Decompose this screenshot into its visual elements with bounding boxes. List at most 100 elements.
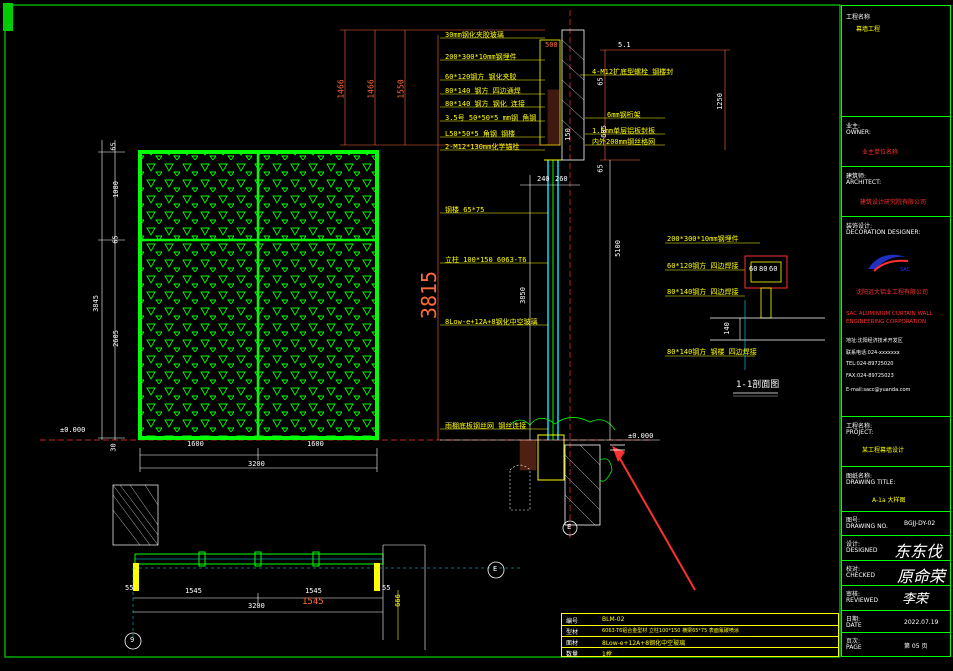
section-dim-s2: 65 [596,164,605,173]
section-dims-white [440,160,660,441]
drawing-frame [4,4,841,658]
legend-key: 型材 [566,629,579,636]
callout-2: 60*120钢方 钢化夹胶 [445,73,517,81]
tb-value: BGJJ-DY-02 [904,520,936,527]
callout-13: 立柱 100*150 6063-T6 [445,256,527,264]
tb-drawing-no: 图号: DRAWING NO. BGJJ-DY-02 [842,511,950,536]
tb-key-en: ARCHITECT: [846,179,882,186]
section-dim-s1: 150 [563,128,572,141]
snap-badge[interactable] [3,3,13,31]
callout-10: 1.5mm单层铝板封板 [592,127,656,135]
plan-dim-red: 1545 [302,597,324,607]
elevation-panel [138,150,379,440]
detail-dim-1: 60 [749,265,758,273]
callout-1: 200*300*10mm钢埋件 [445,53,517,61]
plan-dim-right: 1545 [305,587,322,595]
dim-total-height: 3845 [91,295,100,312]
contact-line: FAX:024-89725023 [846,373,894,379]
section-dim-w1: 240 [537,175,550,183]
company-en-1: SAC ALUMINIUM CURTAIN WALL [846,311,933,317]
plan-side-b: 55 [382,584,391,592]
tb-value: 业主单位名称 [862,149,899,156]
section-dim-3: 1550 [396,79,406,99]
plan-side-a: 55 [125,584,134,592]
detail-callout-4: 80*140钢方 钢楼 四边焊接 [667,348,757,356]
tb-architect: 建筑师: ARCHITECT: 建筑设计研究院有限公司 [842,166,950,217]
detail-dim-h: 140 [722,322,731,335]
tb-drawing-title: 图纸名称: DRAWING TITLE: A-1a 大样图 [842,466,950,512]
tb-date: 日期: DATE 2022.07.19 [842,610,950,633]
legend-value: BLM-02 [602,616,625,623]
contact-line: TEL:024-89725020 [846,361,894,367]
dim-width-total: 3200 [248,460,265,468]
tb-value: 2022.07.19 [904,619,939,626]
legend-value: 6063-T6铝合金型材 立柱100*150 横梁65*75 表面氟碳喷涂 [602,628,739,634]
section-dim-w2: 260 [555,175,568,183]
dim-top-height: 1080 [111,181,120,198]
plan-view [112,484,520,650]
tb-reviewed: 审核: REVIEWED 李荣 [842,585,950,611]
tb-designed: 设计: DESIGNED 东东伐 [842,535,950,561]
callout-6: L50*50*5 角钢 钢楼 [445,130,516,138]
dim-width-left: 1600 [187,440,204,448]
dim-mid-height: 65 [111,235,120,244]
callout-4: 80*140 钢方 钢化 连接 [445,100,525,108]
tb-key-en: DATE [846,622,862,629]
legend-key: 编号 [566,618,579,625]
plan-dim-total: 3200 [248,602,265,610]
section-view [509,29,696,591]
tb-key-en: REVIEWED [846,597,878,604]
grid-marker-e2-label: E [567,523,572,531]
section-dim-t1: 5.1 [618,41,631,49]
logo-text: SAC [900,267,911,273]
tb-value: A-1a 大样图 [872,497,906,504]
signature-checker: 原命荣 [897,567,946,586]
dim-gap-height: 65 [109,142,118,151]
tb-project: 工程名称: PROJECT: 某工程幕墙设计 [842,416,950,467]
signature-reviewer: 李荣 [902,592,929,607]
grid-marker-9-label: 9 [130,636,135,644]
callout-0: 30mm钢化夹胶玻璃 [445,31,504,39]
contact-line: 地址:沈阳经济技术开发区 [846,338,903,344]
callout-8: 4-M12扩底型螺栓 钢楼封 [592,68,674,76]
detail-callout-2: 60*120钢方 四边焊接 [667,262,739,270]
grid-marker-e1-label: E [493,565,498,573]
company-en-2: ENGINEERING CORPORATION [846,319,927,325]
tb-value: 第 05 页 [904,643,928,650]
detail-callout-3: 80*140钢方 四边焊接 [667,288,739,296]
company-cn: 沈阳远大铝业工程有限公司 [856,289,929,296]
tb-checked: 校对: CHECKED 原命荣 [842,560,950,586]
legend-row: 数量 1樘 [562,647,838,658]
tb-value: 幕墙工程 [856,26,881,33]
dim-width-right: 1600 [307,440,324,448]
detail-callout-1: 200*300*10mm钢埋件 [667,235,739,243]
tb-key-en: PROJECT: [846,429,874,436]
tb-key-en: DESIGNED [846,547,878,554]
callout-3: 80*140 钢方 四边通焊 [445,87,521,95]
tb-key-en: DECORATION DESIGNER: [846,229,921,236]
section-dim-1: 1466 [336,79,346,99]
tb-decoration: 装饰设计: DECORATION DESIGNER: SAC 沈阳远大铝业工程有… [842,216,950,417]
datum-right: ±0.000 [628,432,654,440]
tb-key: 工程名称 [846,14,871,21]
section-dim-big: 3815 [417,270,442,320]
section-dim-2: 1466 [366,79,376,99]
tb-value: 建筑设计研究院有限公司 [860,199,927,206]
callout-5: 3.5号 50*50*5 mm钢 角钢 [445,114,537,122]
callout-14: 8Low-e+12A+8钢化中空玻璃 [445,318,538,326]
legend-key: 数量 [566,651,579,658]
tb-key-en: DRAWING NO. [846,523,888,530]
callout-12: 钢楼 65*75 [445,206,485,214]
section-dim-v2: 5100 [613,240,622,257]
legend-value: 8Low-e+12A+8钢化中空玻璃 [602,640,686,647]
detail-dim-3: 60 [769,265,778,273]
plan-dim-left: 1545 [185,587,202,595]
title-block: 工程名称 幕墙工程 业主: OWNER: 业主单位名称 建筑师: ARCHITE… [841,5,951,657]
legend-table: 编号 BLM-02 型材 6063-T6铝合金型材 立柱100*150 横梁65… [561,613,839,658]
tb-value: 某工程幕墙设计 [862,447,905,454]
dim-base: 30 [109,443,118,452]
datum-left: ±0.000 [60,426,86,434]
tb-owner: 业主: OWNER: 业主单位名称 [842,116,950,167]
tb-key-en: OWNER: [846,129,871,136]
callout-7: 2-M12*130mm化学锚栓 [445,143,520,151]
